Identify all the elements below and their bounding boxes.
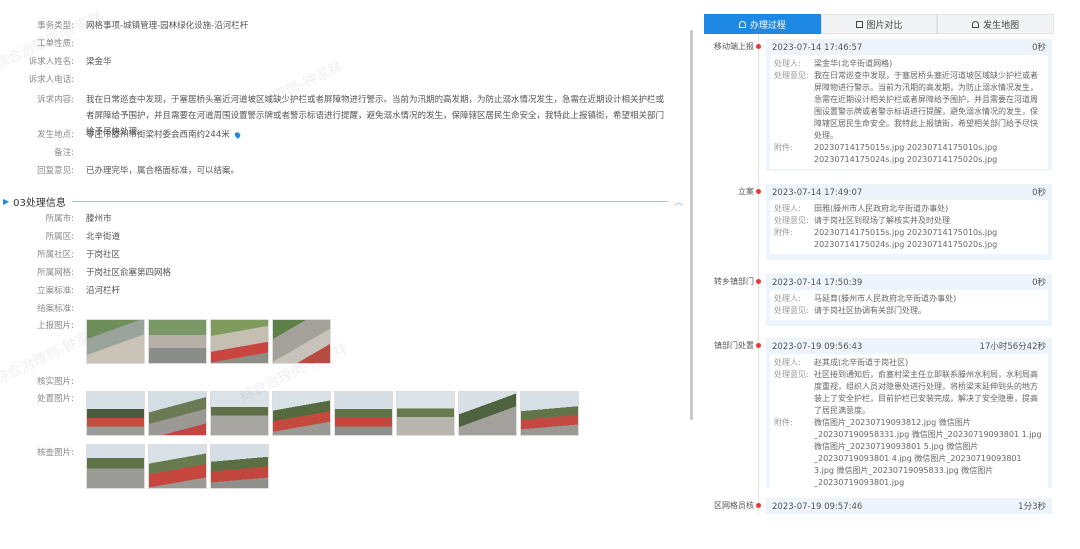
dispose-image[interactable] bbox=[86, 391, 145, 436]
info-community: 所属社区: 于岗社区 bbox=[37, 250, 121, 260]
dispose-image[interactable] bbox=[396, 391, 455, 436]
dispose-image[interactable] bbox=[210, 391, 269, 436]
field-phone: 诉求人电话: bbox=[28, 75, 74, 85]
dispose-image[interactable] bbox=[148, 391, 207, 436]
timeline-dot bbox=[756, 189, 761, 194]
collapse-chevron-icon[interactable]: ︿ bbox=[674, 195, 683, 208]
field-name: 诉求人姓名: 梁金华 bbox=[28, 57, 112, 67]
timeline-line bbox=[758, 34, 759, 514]
info-closing-standard: 结案标准: bbox=[37, 304, 74, 314]
info-city: 所属市: 滕州市 bbox=[45, 214, 112, 224]
case-detail-panel: 事务类型: 网格事项-城镇管理-园林绿化设施-沿河栏杆 工单性质: 诉求人姓名:… bbox=[0, 0, 700, 549]
tab-process[interactable]: 办理过程 bbox=[704, 14, 821, 34]
field-nature: 工单性质: bbox=[37, 39, 74, 49]
check-image[interactable] bbox=[210, 444, 269, 489]
report-image[interactable] bbox=[148, 319, 207, 364]
expand-triangle-icon: ▶ bbox=[3, 196, 10, 206]
check-image-gallery bbox=[86, 444, 269, 489]
info-verify-images: 核实图片: bbox=[37, 377, 74, 387]
field-type: 事务类型: 网格事项-城镇管理-园林绿化设施-沿河栏杆 bbox=[37, 21, 249, 31]
location-pin-icon[interactable] bbox=[233, 130, 242, 139]
tab-image-compare[interactable]: 图片对比 bbox=[820, 14, 938, 34]
step-card: 2023-07-19 09:56:43 17小时56分42秒 处理人: 赵其成(北辛… bbox=[766, 338, 1052, 492]
image-icon bbox=[855, 20, 863, 28]
check-image[interactable] bbox=[86, 444, 145, 489]
report-image[interactable] bbox=[272, 319, 331, 364]
field-location: 发生地点: 零庄市滕州市街梁村委会西南约244米 bbox=[0, 129, 690, 142]
section-divider bbox=[71, 200, 668, 202]
dispose-image[interactable] bbox=[520, 391, 579, 436]
timeline-dot bbox=[756, 44, 761, 49]
info-filing-standard: 立案标准: 沿河栏杆 bbox=[37, 286, 121, 296]
section-processing-info[interactable]: ▶ 03处理信息 ︿ bbox=[3, 192, 683, 210]
info-district: 所属区: 北辛街道 bbox=[45, 232, 121, 242]
report-image-gallery bbox=[86, 319, 331, 364]
dispose-image-gallery bbox=[86, 391, 579, 436]
check-image[interactable] bbox=[148, 444, 207, 489]
left-scrollbar[interactable] bbox=[690, 30, 693, 420]
report-image[interactable] bbox=[86, 319, 145, 364]
timeline-dot bbox=[756, 343, 761, 348]
person-icon bbox=[738, 20, 746, 28]
field-remark: 备注: bbox=[54, 148, 74, 158]
process-tabs: 办理过程 图片对比 发生地图 bbox=[704, 14, 1054, 34]
tab-map[interactable]: 发生地图 bbox=[937, 14, 1054, 34]
dispose-image[interactable] bbox=[272, 391, 331, 436]
dispose-image[interactable] bbox=[458, 391, 517, 436]
timeline-dot bbox=[756, 503, 761, 508]
process-panel: 办理过程 图片对比 发生地图 移动端上报 2023-07-14 17:46:57… bbox=[704, 14, 1054, 514]
info-grid: 所属网格: 于岗社区俞塞第四网格 bbox=[37, 268, 172, 278]
timeline-dot bbox=[756, 279, 761, 284]
step-card: 2023-07-14 17:50:39 0秒 处理人: 马延育(滕州市人民政府北辛街… bbox=[766, 274, 1052, 326]
step-card: 2023-07-14 17:46:57 0秒 处理人: 梁金华(北辛街道网格) 处理… bbox=[766, 39, 1052, 171]
report-image[interactable] bbox=[210, 319, 269, 364]
step-card: 2023-07-19 09:57:46 1分3秒 bbox=[766, 498, 1052, 514]
dispose-image[interactable] bbox=[334, 391, 393, 436]
field-reply: 回复意见: 已办理完毕，属合格面标准，可以结案。 bbox=[37, 166, 240, 176]
person-icon bbox=[972, 20, 980, 28]
step-card: 2023-07-14 17:49:07 0秒 处理人: 田雅(滕州市人民政府北辛街道… bbox=[766, 184, 1052, 260]
